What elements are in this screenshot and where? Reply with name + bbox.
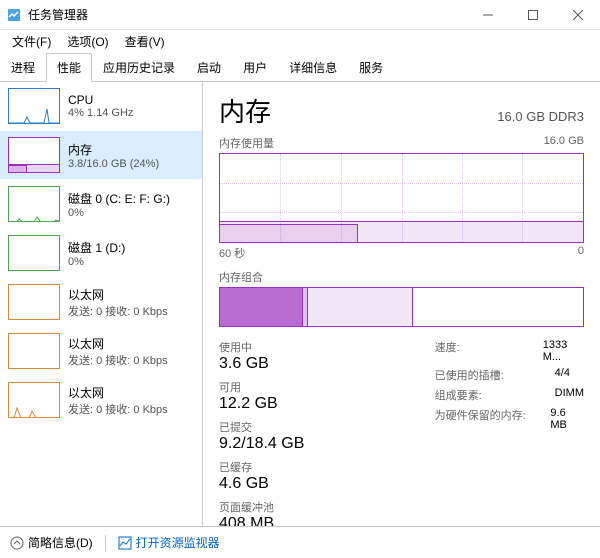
- sidebar-item-sub: 发送: 0 接收: 0 Kbps: [68, 401, 168, 417]
- sidebar-item-ethernet[interactable]: 以太网 发送: 0 接收: 0 Kbps: [0, 278, 202, 327]
- spec-val: DIMM: [555, 387, 584, 403]
- memory-thumb: [8, 137, 60, 173]
- disk-thumb: [8, 235, 60, 271]
- memory-composition-chart[interactable]: [219, 287, 584, 327]
- sidebar-item-cpu[interactable]: CPU 4% 1.14 GHz: [0, 82, 202, 131]
- stat-label: 页面缓冲池: [219, 499, 319, 515]
- separator: [105, 535, 106, 551]
- main-panel: 内存 16.0 GB DDR3 内存使用量 16.0 GB 60 秒 0 内存组…: [203, 82, 600, 526]
- window-title: 任务管理器: [28, 6, 465, 23]
- sidebar-item-label: 磁盘 0 (C: E: F: G:): [68, 190, 170, 207]
- stat-label: 已提交: [219, 419, 319, 435]
- stat-label: 使用中: [219, 339, 319, 355]
- tab-details[interactable]: 详细信息: [278, 53, 348, 82]
- sidebar-item-sub: 3.8/16.0 GB (24%): [68, 158, 159, 170]
- stat-label: 已缓存: [219, 459, 319, 475]
- stat-value: 12.2 GB: [219, 395, 319, 413]
- maximize-button[interactable]: [510, 0, 555, 30]
- sidebar-item-disk1[interactable]: 磁盘 1 (D:) 0%: [0, 229, 202, 278]
- sidebar-item-disk0[interactable]: 磁盘 0 (C: E: F: G:) 0%: [0, 180, 202, 229]
- sidebar-item-label: 以太网: [68, 384, 168, 401]
- tab-startup[interactable]: 启动: [186, 53, 232, 82]
- spec-key: 已使用的插槽:: [435, 367, 555, 383]
- spec-val: 9.6 MB: [550, 407, 584, 431]
- ethernet-thumb: [8, 382, 60, 418]
- sidebar-item-label: 以太网: [68, 335, 168, 352]
- ethernet-thumb: [8, 284, 60, 320]
- memory-spec: 16.0 GB DDR3: [497, 109, 584, 124]
- ethernet-thumb: [8, 333, 60, 369]
- sidebar-item-sub: 4% 1.14 GHz: [68, 107, 133, 119]
- tab-app-history[interactable]: 应用历史记录: [92, 53, 186, 82]
- comp-label: 内存组合: [219, 269, 263, 285]
- resmon-icon: [118, 536, 132, 550]
- fewer-details-button[interactable]: 简略信息(D): [10, 534, 93, 551]
- tab-performance[interactable]: 性能: [46, 53, 92, 82]
- open-resource-monitor-link[interactable]: 打开资源监视器: [118, 534, 220, 551]
- sidebar-item-label: 内存: [68, 141, 159, 158]
- sidebar-item-sub: 0%: [68, 207, 170, 219]
- sidebar-item-ethernet[interactable]: 以太网 发送: 0 接收: 0 Kbps: [0, 327, 202, 376]
- stat-label: 可用: [219, 379, 319, 395]
- stat-value: 408 MB: [219, 515, 319, 526]
- axis-right: 0: [578, 245, 584, 261]
- minimize-button[interactable]: [465, 0, 510, 30]
- chart-label: 内存使用量: [219, 135, 274, 151]
- sidebar-item-sub: 0%: [68, 256, 125, 268]
- disk-thumb: [8, 186, 60, 222]
- sidebar: CPU 4% 1.14 GHz 内存 3.8/16.0 GB (24%) 磁盘 …: [0, 82, 203, 526]
- spec-key: 为硬件保留的内存:: [435, 407, 551, 431]
- axis-left: 60 秒: [219, 245, 245, 261]
- sidebar-item-sub: 发送: 0 接收: 0 Kbps: [68, 352, 168, 368]
- spec-key: 速度:: [435, 339, 543, 363]
- sidebar-item-label: CPU: [68, 93, 133, 107]
- sidebar-item-memory[interactable]: 内存 3.8/16.0 GB (24%): [0, 131, 202, 180]
- sidebar-item-label: 磁盘 1 (D:): [68, 239, 125, 256]
- chart-max: 16.0 GB: [544, 135, 584, 151]
- app-icon: [6, 7, 22, 23]
- chevron-up-icon: [10, 536, 24, 550]
- menu-file[interactable]: 文件(F): [4, 31, 59, 52]
- sidebar-item-sub: 发送: 0 接收: 0 Kbps: [68, 303, 168, 319]
- memory-usage-chart[interactable]: [219, 153, 584, 243]
- spec-key: 组成要素:: [435, 387, 555, 403]
- sidebar-item-label: 以太网: [68, 286, 168, 303]
- spec-val: 1333 M...: [543, 339, 584, 363]
- menu-options[interactable]: 选项(O): [59, 31, 116, 52]
- sidebar-item-ethernet[interactable]: 以太网 发送: 0 接收: 0 Kbps: [0, 376, 202, 425]
- tab-users[interactable]: 用户: [232, 53, 278, 82]
- page-title: 内存: [219, 92, 271, 129]
- spec-val: 4/4: [555, 367, 570, 383]
- stat-value: 3.6 GB: [219, 355, 319, 373]
- menu-view[interactable]: 查看(V): [117, 31, 173, 52]
- tab-services[interactable]: 服务: [348, 53, 394, 82]
- tab-processes[interactable]: 进程: [0, 53, 46, 82]
- close-button[interactable]: [555, 0, 600, 30]
- cpu-thumb: [8, 88, 60, 124]
- stat-value: 4.6 GB: [219, 475, 319, 493]
- stat-value: 9.2/18.4 GB: [219, 435, 319, 453]
